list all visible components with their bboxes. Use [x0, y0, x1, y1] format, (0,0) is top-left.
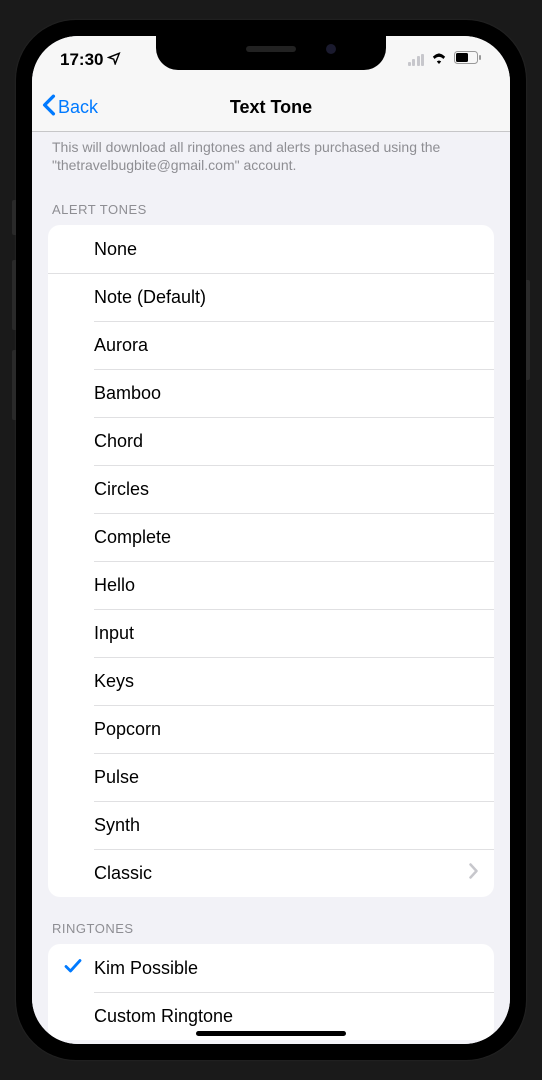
list-item[interactable]: Input	[48, 609, 494, 657]
list-item[interactable]: Circles	[48, 465, 494, 513]
location-icon	[107, 50, 121, 70]
list-item[interactable]: Popcorn	[48, 705, 494, 753]
list-item-label: Note (Default)	[94, 287, 206, 308]
list-item-label: Chord	[94, 431, 143, 452]
section-header-alert-tones: Alert Tones	[32, 178, 510, 225]
list-item[interactable]: Pulse	[48, 753, 494, 801]
list-item-label: Aurora	[94, 335, 148, 356]
list-item-label: Custom Ringtone	[94, 1006, 233, 1027]
status-time: 17:30	[60, 50, 121, 70]
list-item[interactable]: Synth	[48, 801, 494, 849]
section-header-ringtones: Ringtones	[32, 897, 510, 944]
navigation-bar: Back Text Tone	[32, 84, 510, 132]
list-item-label: Pulse	[94, 767, 139, 788]
alert-tones-list: None Note (Default) Aurora Bamboo Chord …	[48, 225, 494, 897]
list-item-kim-possible[interactable]: Kim Possible	[48, 944, 494, 992]
phone-frame: 17:30	[16, 20, 526, 1060]
list-item-classic[interactable]: Classic	[48, 849, 494, 897]
checkmark-icon	[64, 957, 82, 980]
list-item[interactable]: Note (Default)	[48, 273, 494, 321]
list-item-label: Hello	[94, 575, 135, 596]
battery-icon	[454, 51, 482, 69]
list-item[interactable]: Keys	[48, 657, 494, 705]
list-item[interactable]: Hello	[48, 561, 494, 609]
list-item[interactable]: Chord	[48, 417, 494, 465]
wifi-icon	[430, 51, 448, 69]
list-item-label: Synth	[94, 815, 140, 836]
page-title: Text Tone	[230, 97, 312, 118]
list-item-none[interactable]: None	[48, 225, 494, 273]
list-item-label: Popcorn	[94, 719, 161, 740]
list-item[interactable]: Aurora	[48, 321, 494, 369]
list-item-label: Keys	[94, 671, 134, 692]
list-item-label: Bamboo	[94, 383, 161, 404]
list-item[interactable]: Bamboo	[48, 369, 494, 417]
list-item[interactable]: Complete	[48, 513, 494, 561]
notch	[156, 36, 386, 70]
chevron-right-icon	[469, 863, 478, 884]
list-item-label: Input	[94, 623, 134, 644]
time-label: 17:30	[60, 50, 103, 70]
home-indicator[interactable]	[196, 1031, 346, 1036]
list-item-label: Circles	[94, 479, 149, 500]
list-item-label: Kim Possible	[94, 958, 198, 979]
list-item-label: None	[94, 239, 137, 260]
back-button[interactable]: Back	[42, 94, 98, 121]
ringtones-list: Kim Possible Custom Ringtone	[48, 944, 494, 1040]
list-item-label: Complete	[94, 527, 171, 548]
list-item-label: Classic	[94, 863, 152, 884]
chevron-left-icon	[42, 94, 56, 121]
content-area[interactable]: This will download all ringtones and ale…	[32, 132, 510, 1044]
screen: 17:30	[32, 36, 510, 1044]
description-text: This will download all ringtones and ale…	[32, 132, 510, 178]
cellular-signal-icon	[408, 54, 425, 66]
back-label: Back	[58, 97, 98, 118]
